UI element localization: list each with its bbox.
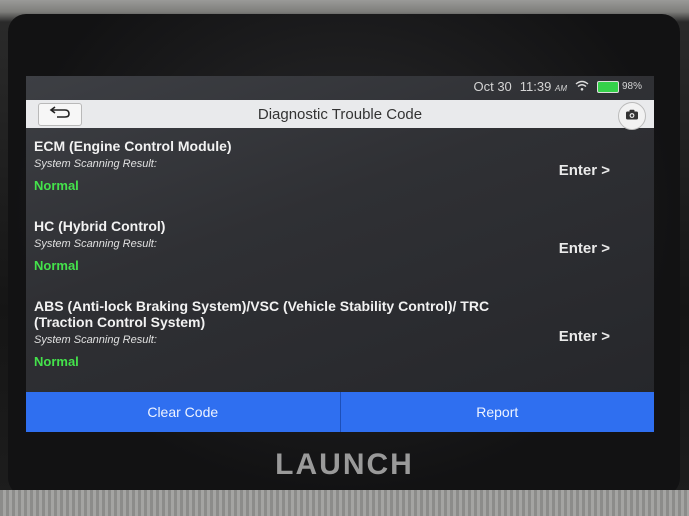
module-hc: HC (Hybrid Control) System Scanning Resu… <box>34 218 646 273</box>
module-abs: ABS (Anti-lock Braking System)/VSC (Vehi… <box>34 298 646 369</box>
device-screen: Oct 30 11:39 AM 98% Diagnostic Trouble C… <box>26 76 654 432</box>
launch-logo: LAUNCH <box>275 448 414 481</box>
module-name: ABS (Anti-lock Braking System)/VSC (Vehi… <box>34 298 490 330</box>
status-badge: Normal <box>34 354 79 369</box>
status-badge: Normal <box>34 258 79 273</box>
status-date: Oct 30 <box>473 79 512 94</box>
camera-icon <box>625 109 639 123</box>
wifi-icon <box>575 80 589 94</box>
status-bar: Oct 30 11:39 AM 98% <box>26 76 654 98</box>
status-badge: Normal <box>34 178 79 193</box>
enter-button-abs[interactable]: Enter > <box>559 328 610 345</box>
battery-indicator: 98% <box>596 80 642 93</box>
battery-percent: 98% <box>621 81 642 92</box>
clear-code-button[interactable]: Clear Code <box>26 392 341 432</box>
status-time: 11:39 AM <box>520 79 567 94</box>
screenshot-button[interactable] <box>618 102 646 130</box>
enter-button-ecm[interactable]: Enter > <box>559 162 610 179</box>
module-name: HC (Hybrid Control) <box>34 218 166 234</box>
title-bar: Diagnostic Trouble Code <box>26 100 654 130</box>
status-time-value: 11:39 <box>519 79 552 94</box>
module-ecm: ECM (Engine Control Module) System Scann… <box>34 138 646 193</box>
table-surface <box>0 490 689 516</box>
bottom-action-bar: Clear Code Report <box>26 392 654 432</box>
module-name: ECM (Engine Control Module) <box>34 138 232 154</box>
status-right: Oct 30 11:39 AM 98% <box>473 79 642 94</box>
page-title: Diagnostic Trouble Code <box>257 106 423 123</box>
battery-icon <box>596 80 619 93</box>
scan-result-label: System Scanning Result: <box>34 238 157 250</box>
report-button[interactable]: Report <box>340 392 654 432</box>
status-time-suffix: AM <box>554 84 567 93</box>
scan-result-label: System Scanning Result: <box>34 158 157 170</box>
scan-result-label: System Scanning Result: <box>34 334 157 346</box>
enter-button-hc[interactable]: Enter > <box>559 240 610 257</box>
